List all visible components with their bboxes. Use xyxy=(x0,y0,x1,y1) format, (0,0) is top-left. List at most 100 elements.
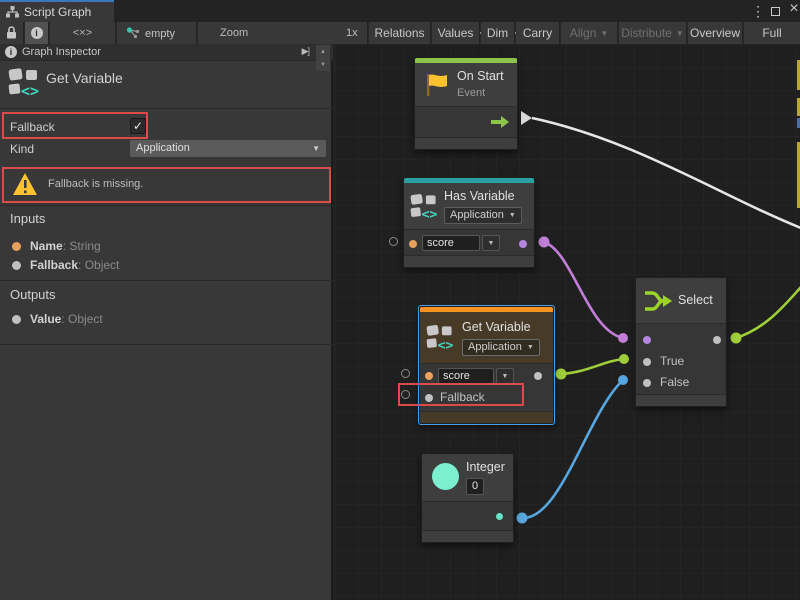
select-header: Select xyxy=(636,278,726,323)
unconnected-input-indicator xyxy=(389,237,398,246)
name-input-port[interactable] xyxy=(409,240,417,248)
spinner-up-icon[interactable]: ▲ xyxy=(320,49,326,55)
name-field[interactable]: score xyxy=(438,368,494,384)
values-button[interactable]: Values xyxy=(432,22,480,44)
condition-input-port[interactable] xyxy=(643,336,651,344)
value-output-port[interactable] xyxy=(534,372,542,380)
integer-icon xyxy=(432,463,459,490)
lock-button[interactable] xyxy=(0,22,24,44)
wire-flow xyxy=(532,118,800,228)
variable-icon: <> xyxy=(410,191,440,221)
on-start-subtitle: Event xyxy=(457,87,485,99)
select-body: True False xyxy=(636,323,726,396)
code-preview-button[interactable]: <×> xyxy=(50,22,116,44)
input-type: : Object xyxy=(78,258,119,272)
has-variable-footer xyxy=(404,255,534,267)
object-port-dot xyxy=(12,315,21,324)
window-maximize-icon[interactable] xyxy=(771,7,780,16)
empty-label: empty xyxy=(145,28,175,40)
distribute-dropdown-icon: ▼ xyxy=(676,29,684,38)
tab-label: Script Graph xyxy=(24,5,91,19)
flow-output-port[interactable] xyxy=(491,116,509,128)
outputs-title: Outputs xyxy=(10,287,56,302)
graph-toolbar: i <×> empty Zoom 1x Relations Values Dim… xyxy=(0,22,800,44)
wire-endpoint xyxy=(539,237,550,248)
on-start-body xyxy=(415,106,517,137)
graph-inspector-panel: i Graph Inspector ▶] ▲ ▼ <> Get Variable… xyxy=(0,44,333,600)
full-screen-button[interactable]: Full Screen xyxy=(744,22,800,44)
flag-icon xyxy=(425,73,449,96)
inspector-toggle-button[interactable]: i xyxy=(25,22,49,44)
align-button[interactable]: Align▼ xyxy=(561,22,618,44)
wire-endpoint xyxy=(556,369,567,380)
graph-icon xyxy=(6,6,19,18)
on-start-header: On Start Event xyxy=(415,63,517,106)
code-icon: <×> xyxy=(73,27,92,39)
zoom-label: Zoom xyxy=(220,22,248,44)
variable-icon: <> xyxy=(426,322,456,352)
kind-select[interactable]: Application ▼ xyxy=(130,140,326,157)
select-title: Select xyxy=(678,293,713,307)
distribute-button[interactable]: Distribute ▼ xyxy=(619,22,687,44)
output-type: : Object xyxy=(61,312,102,326)
node-on-start[interactable]: On Start Event xyxy=(414,57,518,150)
node-integer[interactable]: Integer 0 xyxy=(421,453,514,543)
bool-output-port[interactable] xyxy=(519,240,527,248)
name-field-dropdown[interactable]: ▼ xyxy=(482,235,500,251)
wire-select-output xyxy=(736,287,800,338)
window-menu-icon[interactable]: ⋮ xyxy=(750,3,766,19)
dim-button[interactable]: Dim xyxy=(481,22,515,44)
distribute-label: Distribute xyxy=(621,26,672,40)
false-input-port[interactable] xyxy=(643,379,651,387)
int-output-port[interactable] xyxy=(496,513,503,520)
get-variable-title: Get Variable xyxy=(462,320,531,334)
kind-value: Application xyxy=(468,341,522,353)
carry-button[interactable]: Carry xyxy=(516,22,560,44)
integer-value-field[interactable]: 0 xyxy=(466,478,484,495)
unconnected-input-indicator xyxy=(401,369,410,378)
divider xyxy=(0,108,333,109)
divider xyxy=(0,205,333,206)
get-variable-footer xyxy=(420,411,553,423)
get-variable-kind-dropdown[interactable]: Application▼ xyxy=(462,339,540,356)
wire-endpoint xyxy=(619,354,629,364)
true-input-port[interactable] xyxy=(643,358,651,366)
overview-label: Overview xyxy=(690,26,740,40)
output-row-value: Value: Object xyxy=(12,312,103,326)
input-name: Name xyxy=(30,239,63,253)
integer-value: 0 xyxy=(472,480,478,492)
has-variable-kind-dropdown[interactable]: Application▼ xyxy=(444,207,522,224)
wire-bool xyxy=(544,242,623,338)
zoom-level: 1x xyxy=(346,22,358,44)
inspector-header: i Graph Inspector xyxy=(0,44,333,61)
output-name: Value xyxy=(30,312,61,326)
object-port-dot xyxy=(12,261,21,270)
integer-header: Integer 0 xyxy=(422,454,513,501)
align-label: Align xyxy=(570,26,597,40)
tab-script-graph[interactable]: Script Graph xyxy=(0,0,114,22)
wire-layer xyxy=(335,44,800,600)
selection-output-port[interactable] xyxy=(713,336,721,344)
name-value: score xyxy=(443,370,470,382)
graph-reference-button[interactable]: empty xyxy=(117,22,197,44)
panel-spinner[interactable]: ▲ ▼ xyxy=(316,45,330,71)
divider xyxy=(0,344,333,345)
input-row-fallback: Fallback: Object xyxy=(12,258,119,272)
warning-text: Fallback is missing. xyxy=(48,178,143,190)
node-select[interactable]: Select True False xyxy=(635,277,727,407)
panel-dock-icon[interactable]: ▶] xyxy=(302,46,309,57)
relations-button[interactable]: Relations xyxy=(369,22,431,44)
name-input-port[interactable] xyxy=(425,372,433,380)
input-type: : String xyxy=(63,239,101,253)
window-close-icon[interactable]: × xyxy=(786,1,800,17)
graph-canvas[interactable]: On Start Event <> Has Variable Applicati… xyxy=(335,44,800,600)
spinner-down-icon[interactable]: ▼ xyxy=(320,62,326,68)
node-get-variable[interactable]: <> Get Variable Application▼ score ▼ Fal… xyxy=(419,306,554,424)
fallback-port-annotation-box xyxy=(398,383,524,406)
get-variable-header: <> Get Variable Application▼ xyxy=(420,312,553,363)
svg-text:<>: <> xyxy=(21,82,39,98)
name-field[interactable]: score xyxy=(422,235,480,251)
overview-button[interactable]: Overview xyxy=(688,22,743,44)
node-has-variable[interactable]: <> Has Variable Application▼ score ▼ xyxy=(403,177,535,268)
name-field-dropdown[interactable]: ▼ xyxy=(496,368,514,384)
